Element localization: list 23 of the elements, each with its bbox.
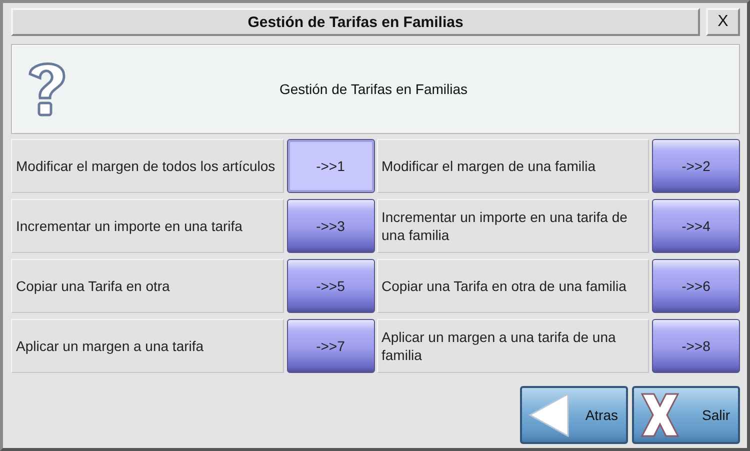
option-label: Aplicar un margen a una tarifa <box>11 319 284 373</box>
option-label: Aplicar un margen a una tarifa de una familia <box>376 319 649 373</box>
option-label: Copiar una Tarifa en otra <box>11 259 284 313</box>
option-button[interactable]: ->>4 <box>652 199 740 253</box>
close-button[interactable]: X <box>706 8 740 36</box>
option-label: Modificar el margen de una familia <box>376 139 649 193</box>
option-button[interactable]: ->>1 <box>286 139 374 193</box>
exit-button[interactable]: Salir <box>632 386 740 444</box>
back-arrow-icon <box>528 392 570 438</box>
option-button[interactable]: ->>8 <box>652 319 740 373</box>
option-label: Incrementar un importe en una tarifa <box>11 199 284 253</box>
option-button[interactable]: ->>2 <box>652 139 740 193</box>
option-button[interactable]: ->>6 <box>652 259 740 313</box>
x-mark-icon <box>640 392 680 438</box>
back-button[interactable]: Atras <box>520 386 628 444</box>
option-label: Incrementar un importe en una tarifa de una familia <box>376 199 649 253</box>
option-button[interactable]: ->>7 <box>286 319 374 373</box>
option-label: Copiar una Tarifa en otra de una familia <box>376 259 649 313</box>
window-title: Gestión de Tarifas en Familias <box>11 8 700 36</box>
option-button[interactable]: ->>3 <box>286 199 374 253</box>
header-message: Gestión de Tarifas en Familias <box>278 81 469 97</box>
option-label: Modificar el margen de todos los artículos <box>11 139 284 193</box>
option-button[interactable]: ->>5 <box>286 259 374 313</box>
